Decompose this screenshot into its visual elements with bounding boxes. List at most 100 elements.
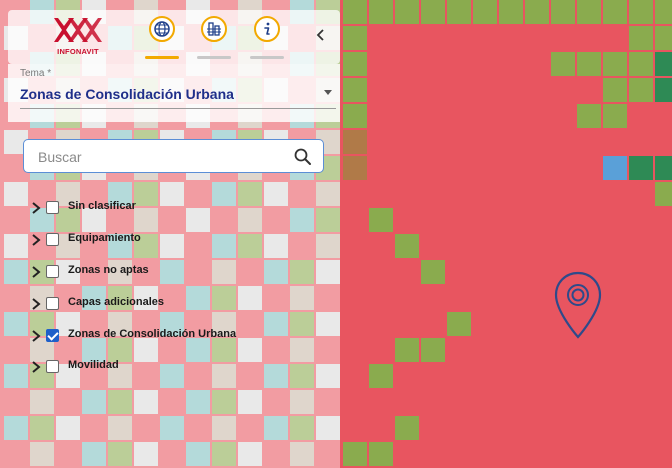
map-cell[interactable] bbox=[447, 78, 471, 102]
map-cell[interactable] bbox=[473, 442, 497, 466]
map-cell[interactable] bbox=[447, 390, 471, 414]
map-cell[interactable] bbox=[603, 338, 627, 362]
map-cell[interactable] bbox=[395, 390, 419, 414]
map-cell[interactable] bbox=[577, 416, 601, 440]
map-cell[interactable] bbox=[369, 364, 393, 388]
map-cell[interactable] bbox=[369, 286, 393, 310]
map-cell[interactable] bbox=[473, 286, 497, 310]
map-cell[interactable] bbox=[473, 338, 497, 362]
map-cell[interactable] bbox=[499, 182, 523, 206]
map-cell[interactable] bbox=[629, 208, 653, 232]
map-cell[interactable] bbox=[473, 78, 497, 102]
map-cell[interactable] bbox=[629, 156, 653, 180]
map-cell[interactable] bbox=[499, 104, 523, 128]
map-cell[interactable] bbox=[395, 104, 419, 128]
map-cell[interactable] bbox=[499, 78, 523, 102]
map-cell[interactable] bbox=[473, 416, 497, 440]
layer-checkbox[interactable] bbox=[46, 233, 59, 246]
map-cell[interactable] bbox=[447, 52, 471, 76]
map-cell[interactable] bbox=[343, 26, 367, 50]
map-cell[interactable] bbox=[421, 78, 445, 102]
map-cell[interactable] bbox=[343, 78, 367, 102]
map-cell[interactable] bbox=[395, 182, 419, 206]
map-cell[interactable] bbox=[473, 182, 497, 206]
map-cell[interactable] bbox=[499, 130, 523, 154]
map-cell[interactable] bbox=[629, 130, 653, 154]
map-cell[interactable] bbox=[603, 390, 627, 414]
map-cell[interactable] bbox=[421, 0, 445, 24]
map-cell[interactable] bbox=[629, 364, 653, 388]
map-cell[interactable] bbox=[395, 26, 419, 50]
map-cell[interactable] bbox=[629, 78, 653, 102]
map-cell[interactable] bbox=[551, 234, 575, 258]
map-cell[interactable] bbox=[473, 156, 497, 180]
map-cell[interactable] bbox=[551, 364, 575, 388]
map-cell[interactable] bbox=[499, 338, 523, 362]
map-cell[interactable] bbox=[655, 338, 672, 362]
map-cell[interactable] bbox=[447, 416, 471, 440]
map-cell[interactable] bbox=[655, 0, 672, 24]
map-cell[interactable] bbox=[369, 390, 393, 414]
map-cell[interactable] bbox=[369, 52, 393, 76]
map-cell[interactable] bbox=[603, 312, 627, 336]
map-cell[interactable] bbox=[525, 260, 549, 284]
map-cell[interactable] bbox=[551, 78, 575, 102]
map-cell[interactable] bbox=[395, 338, 419, 362]
map-cell[interactable] bbox=[603, 78, 627, 102]
map-cell[interactable] bbox=[421, 416, 445, 440]
map-cell[interactable] bbox=[447, 156, 471, 180]
map-cell[interactable] bbox=[525, 156, 549, 180]
map-cell[interactable] bbox=[629, 442, 653, 466]
city-tool-button[interactable] bbox=[201, 16, 227, 42]
map-cell[interactable] bbox=[447, 182, 471, 206]
map-cell[interactable] bbox=[421, 338, 445, 362]
map-cell[interactable] bbox=[395, 286, 419, 310]
layer-checkbox[interactable] bbox=[46, 329, 59, 342]
layer-checkbox[interactable] bbox=[46, 201, 59, 214]
map-cell[interactable] bbox=[395, 312, 419, 336]
map-cell[interactable] bbox=[525, 234, 549, 258]
map-cell[interactable] bbox=[577, 364, 601, 388]
map-cell[interactable] bbox=[421, 390, 445, 414]
layers-tool-button[interactable] bbox=[149, 16, 175, 42]
map-cell[interactable] bbox=[499, 442, 523, 466]
map-cell[interactable] bbox=[499, 0, 523, 24]
chevron-right-icon[interactable] bbox=[30, 264, 42, 280]
map-cell[interactable] bbox=[577, 390, 601, 414]
map-cell[interactable] bbox=[395, 52, 419, 76]
map-cell[interactable] bbox=[447, 312, 471, 336]
map-cell[interactable] bbox=[577, 156, 601, 180]
map-cell[interactable] bbox=[499, 286, 523, 310]
map-cell[interactable] bbox=[369, 312, 393, 336]
map-cell[interactable] bbox=[395, 78, 419, 102]
map-cell[interactable] bbox=[343, 286, 367, 310]
map-cell[interactable] bbox=[343, 338, 367, 362]
map-cell[interactable] bbox=[395, 208, 419, 232]
layer-checkbox[interactable] bbox=[46, 265, 59, 278]
map-cell[interactable] bbox=[473, 312, 497, 336]
map-cell[interactable] bbox=[447, 442, 471, 466]
map-cell[interactable] bbox=[343, 364, 367, 388]
map-cell[interactable] bbox=[655, 78, 672, 102]
location-pin-icon[interactable] bbox=[552, 270, 604, 342]
map-cell[interactable] bbox=[655, 130, 672, 154]
map-cell[interactable] bbox=[343, 52, 367, 76]
map-cell[interactable] bbox=[525, 442, 549, 466]
map-cell[interactable] bbox=[447, 104, 471, 128]
map-cell[interactable] bbox=[577, 78, 601, 102]
map-cell[interactable] bbox=[655, 156, 672, 180]
map-cell[interactable] bbox=[499, 156, 523, 180]
map-cell[interactable] bbox=[655, 52, 672, 76]
search-input[interactable] bbox=[36, 146, 280, 168]
map-cell[interactable] bbox=[343, 0, 367, 24]
map-cell[interactable] bbox=[655, 364, 672, 388]
map-cell[interactable] bbox=[343, 442, 367, 466]
map-cell[interactable] bbox=[525, 78, 549, 102]
map-cell[interactable] bbox=[551, 208, 575, 232]
map-cell[interactable] bbox=[551, 390, 575, 414]
map-cell[interactable] bbox=[447, 260, 471, 284]
search-icon[interactable] bbox=[293, 147, 313, 167]
map-cell[interactable] bbox=[343, 234, 367, 258]
map-cell[interactable] bbox=[395, 364, 419, 388]
map-cell[interactable] bbox=[603, 104, 627, 128]
